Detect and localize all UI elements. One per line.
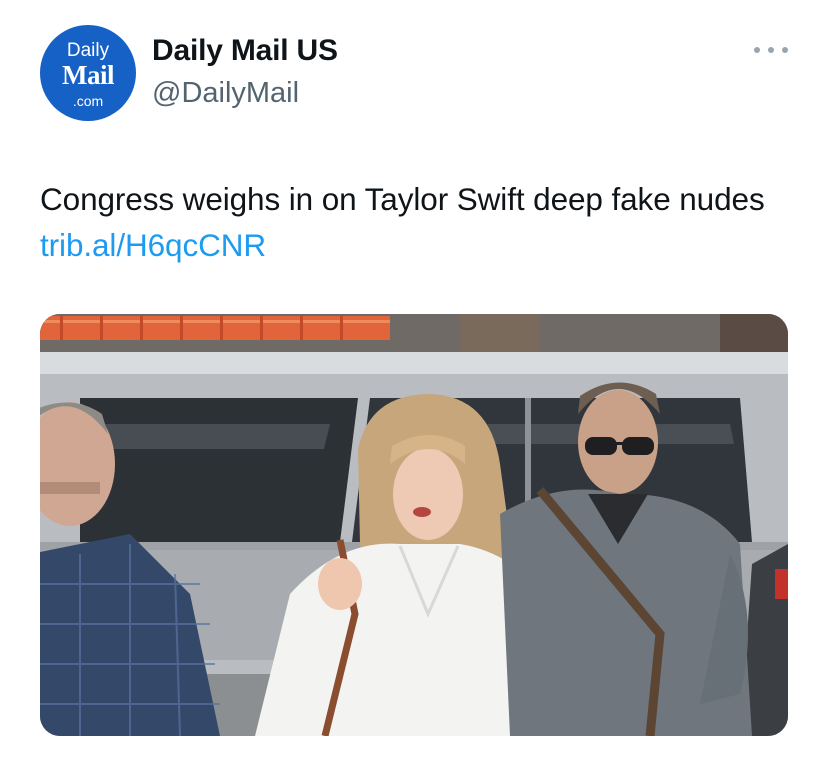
tweet-body: Congress weighs in on Taylor Swift deep … bbox=[40, 181, 765, 217]
user-handle[interactable]: @DailyMail bbox=[152, 77, 299, 110]
tweet-photo[interactable] bbox=[40, 314, 788, 736]
avatar-logo-line2: Mail bbox=[62, 60, 115, 90]
display-name[interactable]: Daily Mail US bbox=[152, 34, 338, 68]
avatar[interactable]: Daily Mail .com bbox=[40, 25, 136, 121]
more-dot bbox=[754, 47, 760, 53]
more-dot bbox=[768, 47, 774, 53]
more-dot bbox=[782, 47, 788, 53]
tweet-text: Congress weighs in on Taylor Swift deep … bbox=[40, 176, 790, 268]
avatar-logo-line3: .com bbox=[72, 93, 104, 109]
photo-illustration bbox=[40, 314, 788, 736]
more-horizontal-icon[interactable] bbox=[754, 40, 788, 60]
avatar-logo-line1: Daily bbox=[66, 40, 110, 61]
tweet-link[interactable]: trib.al/H6qcCNR bbox=[40, 227, 266, 263]
